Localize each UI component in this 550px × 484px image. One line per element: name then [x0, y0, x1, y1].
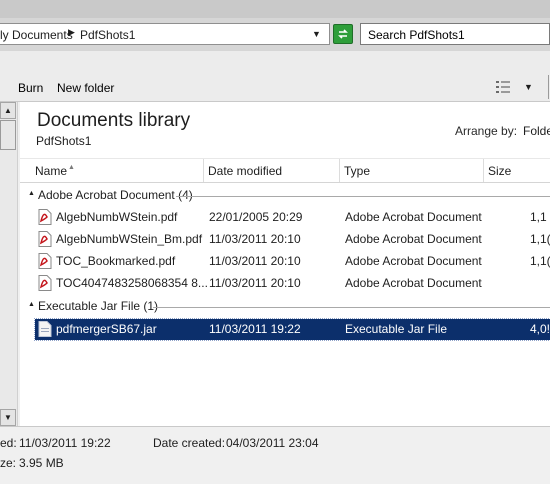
file-name: pdfmergerSB67.jar: [56, 322, 157, 336]
library-subtitle: PdfShots1: [36, 134, 92, 148]
new-folder-button[interactable]: New folder: [57, 81, 114, 95]
library-title: Documents library: [37, 110, 191, 131]
file-list-pane: Documents library PdfShots1 Arrange by: …: [20, 102, 550, 426]
scroll-down-button[interactable]: ▼: [0, 409, 16, 426]
file-name: AlgebNumbWStein.pdf: [56, 210, 178, 224]
file-date: 11/03/2011 20:10: [209, 232, 301, 246]
search-input[interactable]: Search PdfShots1: [360, 23, 550, 45]
refresh-icon: [338, 29, 348, 39]
scroll-thumb[interactable]: [0, 120, 16, 150]
file-size: 4,0!: [530, 322, 550, 336]
file-date: 11/03/2011 20:10: [209, 276, 301, 290]
file-name: TOC_Bookmarked.pdf: [56, 254, 176, 268]
file-name: TOC4047483258068354 8...: [56, 276, 208, 290]
date-created-value: 04/03/2011 23:04: [226, 436, 319, 450]
date-created-label: Date created:: [153, 436, 226, 450]
file-type: Executable Jar File: [345, 322, 448, 336]
address-bar[interactable]: ly Documents ▶ PdfShots1 ▼: [0, 23, 330, 45]
breadcrumb-pdfshots1[interactable]: PdfShots1: [80, 28, 135, 42]
file-row[interactable]: AlgebNumbWStein_Bm.pdf 11/03/2011 20:10 …: [35, 229, 550, 250]
burn-button[interactable]: Burn: [18, 81, 43, 95]
address-dropdown-icon[interactable]: ▼: [312, 29, 321, 39]
file-row-selected[interactable]: pdfmergerSB67.jar 11/03/2011 19:22 Execu…: [34, 318, 550, 341]
views-dropdown-icon[interactable]: ▼: [524, 82, 533, 92]
size-value: 3.95 MB: [19, 456, 64, 470]
group-header-jar[interactable]: ▲ Executable Jar File (1): [28, 299, 550, 315]
file-date: 11/03/2011 20:10: [209, 254, 301, 268]
arrange-by-label: Arrange by:: [455, 124, 518, 138]
file-type: Adobe Acrobat Document: [345, 232, 482, 246]
command-bar: Burn New folder ▼: [0, 51, 550, 102]
file-type: Adobe Acrobat Document: [345, 210, 482, 224]
sort-up-icon: ▲: [68, 164, 75, 171]
search-placeholder: Search PdfShots1: [368, 28, 465, 42]
pdf-file-icon: [38, 209, 52, 225]
column-size[interactable]: Size: [488, 164, 511, 178]
group-rule: [176, 196, 550, 197]
scroll-down-icon: ▼: [4, 413, 12, 422]
size-label: ze:: [0, 456, 17, 470]
views-icon[interactable]: [496, 81, 512, 93]
address-area: ly Documents ▶ PdfShots1 ▼ Search PdfSho…: [0, 18, 550, 51]
file-type: Adobe Acrobat Document: [345, 276, 482, 290]
column-name[interactable]: Name: [35, 164, 67, 178]
date-modified-label: ed:: [0, 436, 17, 450]
file-size: 1,1(: [530, 232, 550, 246]
window-title-strip: [0, 0, 550, 18]
file-name: AlgebNumbWStein_Bm.pdf: [56, 232, 203, 246]
date-modified-value: 11/03/2011 19:22: [19, 436, 111, 450]
group-header-pdf[interactable]: ▲ Adobe Acrobat Document (4): [28, 188, 550, 204]
group-rule: [153, 307, 550, 308]
file-row[interactable]: AlgebNumbWStein.pdf 22/01/2005 20:29 Ado…: [35, 207, 550, 228]
arrange-by-dropdown[interactable]: Folde: [523, 124, 550, 138]
pdf-file-icon: [38, 253, 52, 269]
navigation-scrollbar[interactable]: ▲ ▼: [0, 102, 18, 426]
details-pane: ed: 11/03/2011 19:22 Date created: 04/03…: [0, 426, 550, 484]
breadcrumb-documents[interactable]: ly Documents: [0, 28, 73, 42]
scroll-up-button[interactable]: ▲: [0, 102, 16, 119]
column-header: Name ▲ Date modified Type Size: [20, 158, 550, 183]
column-divider[interactable]: [339, 159, 340, 182]
column-divider[interactable]: [483, 159, 484, 182]
group-label: Adobe Acrobat Document (4): [38, 188, 193, 202]
column-date-modified[interactable]: Date modified: [208, 164, 282, 178]
column-type[interactable]: Type: [344, 164, 370, 178]
group-label: Executable Jar File (1): [38, 299, 159, 313]
file-row[interactable]: TOC4047483258068354 8... 11/03/2011 20:1…: [35, 273, 550, 294]
pdf-file-icon: [38, 231, 52, 247]
column-divider[interactable]: [203, 159, 204, 182]
file-date: 11/03/2011 19:22: [209, 322, 301, 336]
collapse-triangle-icon[interactable]: ▲: [28, 190, 35, 197]
refresh-button[interactable]: [333, 24, 353, 44]
breadcrumb-separator-icon[interactable]: ▶: [68, 27, 75, 38]
pdf-file-icon: [38, 275, 52, 291]
file-size: 1,1: [530, 210, 547, 224]
jar-file-icon: [38, 321, 52, 337]
toolbar-divider: [548, 75, 549, 99]
file-date: 22/01/2005 20:29: [209, 210, 303, 224]
collapse-triangle-icon[interactable]: ▲: [28, 301, 35, 308]
file-type: Adobe Acrobat Document: [345, 254, 482, 268]
file-size: 1,1(: [530, 254, 550, 268]
scroll-up-icon: ▲: [4, 106, 12, 115]
file-row[interactable]: TOC_Bookmarked.pdf 11/03/2011 20:10 Adob…: [35, 251, 550, 272]
